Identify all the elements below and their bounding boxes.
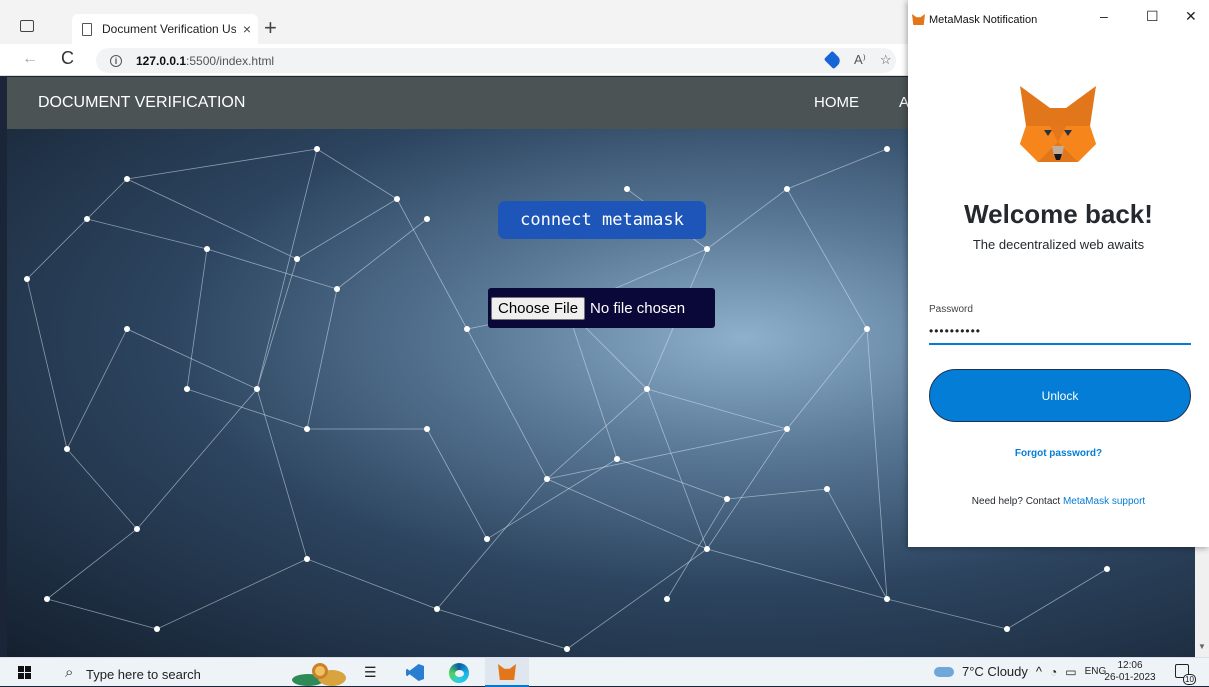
support-link[interactable]: MetaMask support [1063, 496, 1145, 507]
task-view-icon[interactable]: ☰ [364, 664, 377, 681]
url-path: :5500/index.html [186, 53, 275, 68]
help-text: Need help? Contact MetaMask support [908, 496, 1209, 507]
file-upload: Choose File No file chosen [488, 288, 715, 328]
windows-start-icon[interactable] [18, 666, 31, 679]
unlock-button[interactable]: Unlock [929, 369, 1191, 422]
system-tray: 7°C Cloudy ^ ◔ ▭ ENG [934, 664, 1106, 679]
password-label: Password [929, 304, 973, 315]
tab-actions-icon[interactable] [20, 20, 34, 32]
new-tab-button[interactable]: + [264, 17, 277, 39]
site-brand[interactable]: DOCUMENT VERIFICATION [38, 94, 245, 112]
close-icon[interactable]: ✕ [1185, 8, 1197, 25]
password-underline [929, 343, 1191, 345]
taskbar-clock[interactable]: 12:06 26-01-2023 [1099, 660, 1161, 684]
address-bar-actions: A⁾ ☆ [823, 50, 892, 70]
taskbar: ⌕ Type here to search ☰ 7°C Cloudy ^ ◔ ▭… [0, 657, 1209, 687]
search-icon[interactable]: ⌕ [65, 664, 73, 681]
metamask-window-title: MetaMask Notification [929, 14, 1038, 26]
file-status: No file chosen [590, 299, 686, 317]
nav-home-link[interactable]: HOME [814, 94, 859, 111]
password-field[interactable]: •••••••••• [929, 324, 981, 338]
scroll-down-icon[interactable]: ▼ [1198, 642, 1206, 651]
minimize-icon[interactable]: – [1100, 8, 1108, 24]
choose-file-button[interactable]: Choose File [491, 296, 586, 320]
notification-count: 10 [1183, 674, 1196, 685]
connect-metamask-button[interactable]: connect metamask [498, 201, 706, 239]
welcome-heading: Welcome back! [964, 199, 1153, 229]
clock-date: 26-01-2023 [1104, 672, 1156, 683]
maximize-icon[interactable]: ☐ [1146, 8, 1159, 25]
edge-browser-icon[interactable] [449, 663, 469, 683]
metamask-taskbar-button[interactable] [485, 658, 529, 687]
refresh-icon[interactable]: C [61, 48, 74, 69]
weather-cloud-icon[interactable] [934, 666, 954, 677]
weather-text[interactable]: 7°C Cloudy [962, 664, 1028, 679]
info-icon[interactable]: i [110, 54, 122, 67]
metamask-popup: MetaMask Notification – ☐ ✕ Welcome back… [908, 0, 1209, 547]
forgot-password-link[interactable]: Forgot password? [908, 448, 1209, 459]
tag-icon[interactable] [823, 50, 843, 70]
battery-icon[interactable]: ▭ [1065, 665, 1076, 679]
clock-time: 12:06 [1117, 660, 1143, 671]
browser-tab[interactable]: Document Verification Using Blo × [72, 14, 258, 44]
tab-title: Document Verification Using Blo [102, 22, 236, 36]
read-aloud-icon[interactable]: A⁾ [854, 52, 866, 68]
welcome-subtitle: The decentralized web awaits [972, 237, 1145, 252]
metamask-taskbar-icon [498, 664, 516, 680]
tray-expand-icon[interactable]: ^ [1036, 664, 1042, 679]
address-bar[interactable]: i 127.0.0.1:5500/index.html [96, 48, 896, 73]
vscode-icon[interactable] [406, 664, 424, 681]
document-icon [82, 22, 92, 36]
url-host: 127.0.0.1 [136, 53, 187, 68]
taskbar-search-input[interactable]: Type here to search [86, 667, 201, 682]
search-highlight-icon[interactable] [288, 658, 352, 687]
help-prefix: Need help? Contact [971, 496, 1063, 507]
favorite-icon[interactable]: ☆ [880, 52, 892, 68]
metamask-fox-icon [1020, 86, 1096, 162]
back-icon[interactable]: ← [22, 50, 38, 68]
tab-close-icon[interactable]: × [236, 21, 258, 37]
network-icon[interactable]: ◔ [1050, 665, 1057, 679]
metamask-logo-icon [912, 14, 925, 25]
